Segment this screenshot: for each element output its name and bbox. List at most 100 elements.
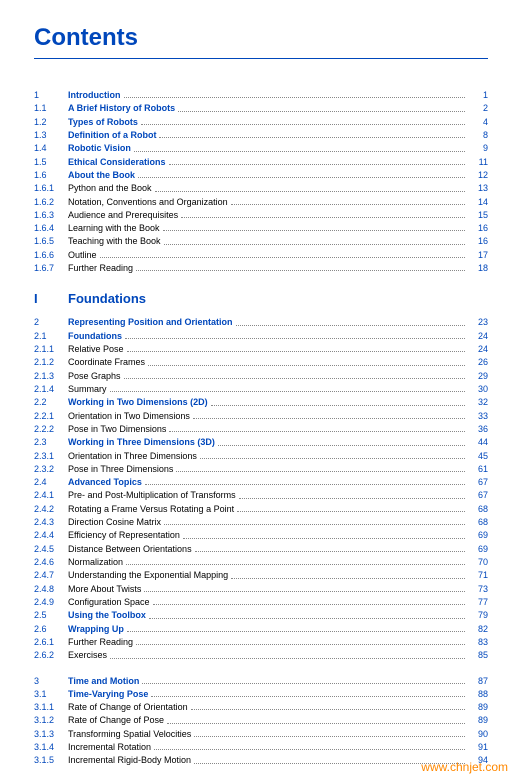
toc-number: 3 (34, 675, 68, 688)
toc-leader-dots (125, 338, 465, 339)
toc-number: 2.3.2 (34, 463, 68, 476)
toc-number: 2.4.2 (34, 503, 68, 516)
toc-row: 2.4.7Understanding the Exponential Mappi… (34, 569, 488, 582)
part-row: I Foundations (34, 291, 488, 306)
toc-leader-dots (155, 191, 465, 192)
toc-leader-dots (195, 551, 465, 552)
toc-leader-dots (124, 378, 465, 379)
toc-row: 2.2Working in Two Dimensions (2D) 32 (34, 396, 488, 409)
toc-leader-dots (176, 471, 465, 472)
toc-leader-dots (136, 644, 465, 645)
toc-title: Rotating a Frame Versus Rotating a Point (68, 503, 234, 516)
toc-title: More About Twists (68, 583, 141, 596)
toc-title: Using the Toolbox (68, 609, 146, 622)
toc-title: Incremental Rotation (68, 741, 151, 754)
toc-page: 90 (468, 728, 488, 741)
toc-page: 9 (468, 142, 488, 155)
toc-leader-dots (142, 683, 465, 684)
toc-number: 2.3.1 (34, 450, 68, 463)
part-number: I (34, 291, 68, 306)
toc-page: 11 (468, 156, 488, 169)
toc-page: 1 (468, 89, 488, 102)
toc-page: 17 (468, 249, 488, 262)
toc-leader-dots (181, 217, 465, 218)
toc-row: 2.6.1Further Reading83 (34, 636, 488, 649)
toc-title: Time and Motion (68, 675, 139, 688)
toc-title: Transforming Spatial Velocities (68, 728, 191, 741)
toc-leader-dots (236, 325, 465, 326)
toc-page: 82 (468, 623, 488, 636)
toc-page: 13 (468, 182, 488, 195)
toc-number: 2.2 (34, 396, 68, 409)
toc-number: 2.5 (34, 609, 68, 622)
toc-title: A Brief History of Robots (68, 102, 175, 115)
toc-row: 2.4.8More About Twists73 (34, 583, 488, 596)
toc-row: 2.1.3Pose Graphs29 (34, 370, 488, 383)
toc-number: 2.6.2 (34, 649, 68, 662)
toc-title: Definition of a Robot (68, 129, 156, 142)
toc-title: Understanding the Exponential Mapping (68, 569, 228, 582)
toc-row: 2.6Wrapping Up82 (34, 623, 488, 636)
toc-title: Orientation in Two Dimensions (68, 410, 190, 423)
toc-number: 1.3 (34, 129, 68, 142)
toc-title: Normalization (68, 556, 123, 569)
toc-page: 24 (468, 330, 488, 343)
toc-row: 2.6.2Exercises85 (34, 649, 488, 662)
toc-page: 88 (468, 688, 488, 701)
toc-number: 2.6 (34, 623, 68, 636)
toc-leader-dots (178, 111, 465, 112)
toc-number: 2.1 (34, 330, 68, 343)
toc-title: Relative Pose (68, 343, 124, 356)
toc-page: 69 (468, 543, 488, 556)
toc-leader-dots (136, 270, 465, 271)
toc-row: 2Representing Position and Orientation23 (34, 316, 488, 329)
toc-row: 2.4.6Normalization70 (34, 556, 488, 569)
toc-title: Notation, Conventions and Organization (68, 196, 228, 209)
toc-section-1: 1Introduction11.1A Brief History of Robo… (34, 89, 488, 275)
toc-number: 2.4.8 (34, 583, 68, 596)
toc-number: 1.6.3 (34, 209, 68, 222)
toc-leader-dots (193, 418, 465, 419)
toc-title: Further Reading (68, 262, 133, 275)
toc-title: Summary (68, 383, 107, 396)
toc-leader-dots (164, 524, 465, 525)
toc-row: 2.4.5Distance Between Orientations69 (34, 543, 488, 556)
toc-row: 1.2Types of Robots4 (34, 116, 488, 129)
toc-leader-dots (141, 124, 465, 125)
toc-leader-dots (153, 604, 465, 605)
toc-title: Pose in Three Dimensions (68, 463, 173, 476)
toc-title: Working in Two Dimensions (2D) (68, 396, 208, 409)
toc-leader-dots (237, 511, 465, 512)
toc-number: 3.1.3 (34, 728, 68, 741)
toc-title: Direction Cosine Matrix (68, 516, 161, 529)
toc-title: Configuration Space (68, 596, 150, 609)
toc-page: 45 (468, 450, 488, 463)
toc-number: 1.1 (34, 102, 68, 115)
toc-number: 2.4.7 (34, 569, 68, 582)
toc-leader-dots (144, 591, 465, 592)
toc-page: 16 (468, 235, 488, 248)
toc-page: 32 (468, 396, 488, 409)
toc-number: 1.6.6 (34, 249, 68, 262)
toc-leader-dots (194, 736, 465, 737)
toc-row: 3.1.1Rate of Change of Orientation89 (34, 701, 488, 714)
toc-row: 2.4.1Pre- and Post-Multiplication of Tra… (34, 489, 488, 502)
toc-number: 2.2.2 (34, 423, 68, 436)
toc-number: 2.3 (34, 436, 68, 449)
toc-number: 1.5 (34, 156, 68, 169)
toc-page: 68 (468, 503, 488, 516)
toc-leader-dots (231, 578, 465, 579)
toc-row: 2.5Using the Toolbox79 (34, 609, 488, 622)
toc-leader-dots (200, 458, 465, 459)
toc-number: 1.6.4 (34, 222, 68, 235)
toc-leader-dots (149, 618, 465, 619)
toc-row: 2.4.4Efficiency of Representation69 (34, 529, 488, 542)
toc-title: Python and the Book (68, 182, 152, 195)
toc-page: 12 (468, 169, 488, 182)
toc-title: Efficiency of Representation (68, 529, 180, 542)
toc-title: Representing Position and Orientation (68, 316, 233, 329)
toc-leader-dots (124, 97, 466, 98)
toc-page: 15 (468, 209, 488, 222)
toc-number: 2.4.9 (34, 596, 68, 609)
toc-page: 71 (468, 569, 488, 582)
